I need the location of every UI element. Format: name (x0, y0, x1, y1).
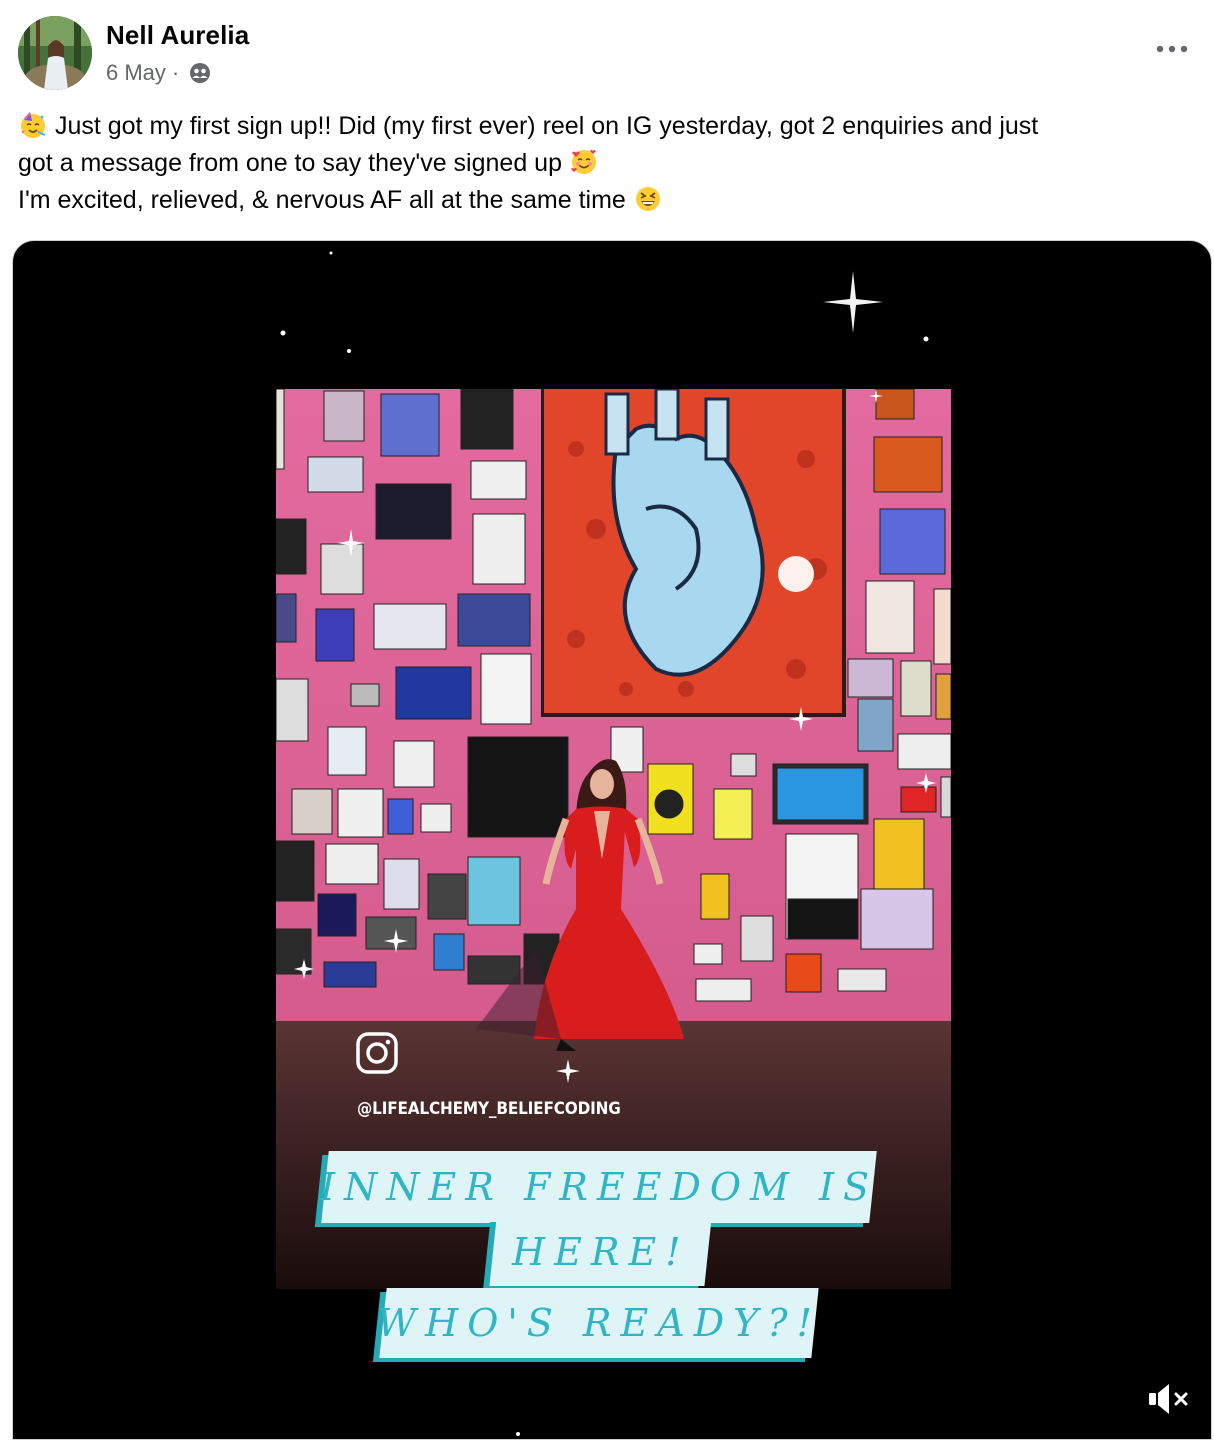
facebook-post: Nell Aurelia 6 May · Just got my first s… (0, 0, 1214, 1440)
message-text-2: got a message from one to say they've si… (18, 149, 562, 177)
meta-separator: · (171, 60, 180, 85)
grinning-squinting-face-icon (635, 187, 660, 211)
instagram-icon (356, 1032, 398, 1074)
friends-icon[interactable] (189, 62, 211, 84)
message-line-1: Just got my first sign up!! Did (my firs… (18, 108, 1193, 145)
more-horizontal-icon (1156, 45, 1188, 53)
mute-button[interactable] (1145, 1379, 1193, 1419)
post-message: Just got my first sign up!! Did (my firs… (18, 108, 1193, 219)
avatar-photo (18, 16, 92, 90)
post-meta: 6 May · (106, 60, 211, 86)
message-line-2: got a message from one to say they've si… (18, 145, 1193, 182)
partying-face-icon (21, 112, 46, 138)
smiling-face-with-hearts-icon (570, 150, 596, 174)
message-text-1: Just got my first sign up!! Did (my firs… (54, 112, 1039, 140)
caption-text-3: WHO'S READY?! (377, 1301, 821, 1345)
more-options-button[interactable] (1152, 34, 1192, 64)
video-caption-line-3: WHO'S READY?! (377, 1288, 821, 1358)
caption-text-2: HERE! (511, 1230, 690, 1274)
author-avatar[interactable] (18, 16, 92, 90)
post-date[interactable]: 6 May (106, 60, 166, 86)
speaker-muted-icon (1149, 1384, 1188, 1414)
video-caption-line-1: INNER FREEDOM IS (319, 1151, 879, 1223)
reel-video-player[interactable]: @LIFEALCHEMY_BELIEFCODING INNER FREEDOM … (12, 240, 1212, 1440)
author-name[interactable]: Nell Aurelia (106, 20, 249, 51)
message-text-3: I'm excited, relieved, & nervous AF all … (18, 186, 626, 214)
message-line-3: I'm excited, relieved, & nervous AF all … (18, 182, 1193, 219)
caption-text-1: INNER FREEDOM IS (319, 1165, 879, 1209)
instagram-handle: @LIFEALCHEMY_BELIEFCODING (357, 1099, 621, 1119)
video-caption-line-2: HERE! (489, 1218, 712, 1286)
